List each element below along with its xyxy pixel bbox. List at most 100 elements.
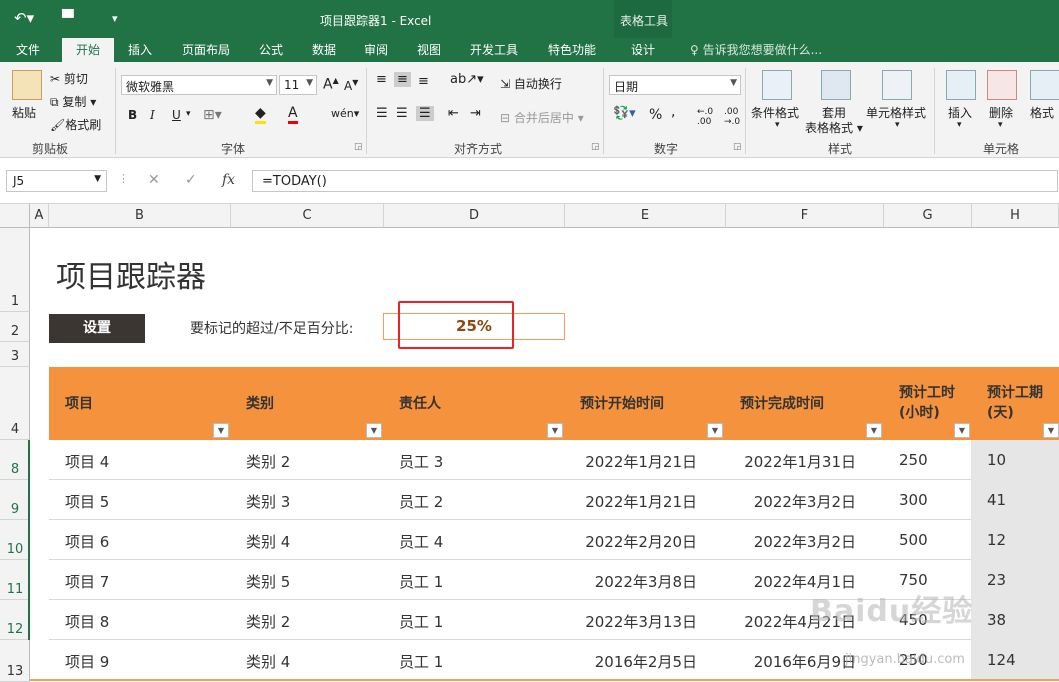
cell-owner[interactable]: 员工 4 — [399, 531, 443, 552]
undo-icon[interactable]: ↶▾ — [14, 9, 34, 27]
insert-cells-icon[interactable] — [946, 70, 976, 100]
tab-design[interactable]: 设计 — [631, 41, 655, 58]
cell-planned-end[interactable]: 2022年3月2日 — [754, 491, 856, 512]
tab-page-layout[interactable]: 页面布局 — [182, 41, 230, 58]
align-top-icon[interactable]: ≡ — [376, 72, 387, 87]
cell-owner[interactable]: 员工 3 — [399, 451, 443, 472]
cell-project[interactable]: 项目 9 — [65, 651, 109, 672]
cell-owner[interactable]: 员工 1 — [399, 611, 443, 632]
percent-icon[interactable]: % — [649, 107, 662, 123]
orientation-icon[interactable]: ab↗▾ — [450, 72, 484, 87]
decrease-decimal-icon[interactable]: .00 →.0 — [724, 107, 740, 127]
align-bottom-icon[interactable]: ≡ — [418, 74, 429, 89]
insert-function-icon[interactable]: fx — [222, 172, 235, 188]
formula-input[interactable]: =TODAY() — [252, 170, 1058, 192]
fill-color-icon[interactable]: ◆ — [255, 105, 266, 124]
cell-project[interactable]: 项目 8 — [65, 611, 109, 632]
cell-owner[interactable]: 员工 2 — [399, 491, 443, 512]
column-header[interactable]: E — [565, 204, 726, 228]
cell-planned-start[interactable]: 2022年3月8日 — [595, 571, 697, 592]
font-size-select[interactable]: 11 ▼ — [279, 75, 317, 95]
column-header[interactable]: H — [972, 204, 1059, 228]
align-left-icon[interactable]: ☰ — [376, 106, 388, 121]
tell-me-box[interactable]: ♀ 告诉我您想要做什么... — [690, 41, 822, 58]
format-as-table-button[interactable]: 表格格式 ▾ — [805, 119, 863, 136]
name-box[interactable]: J5 ▼ — [6, 170, 107, 192]
column-header[interactable]: C — [231, 204, 384, 228]
row-header[interactable]: 11 — [0, 560, 30, 600]
cut-button[interactable]: ✂ 剪切 — [50, 70, 88, 87]
column-header[interactable]: F — [726, 204, 884, 228]
customize-qat-icon[interactable]: ▾ — [112, 12, 118, 25]
comma-icon[interactable]: , — [671, 104, 675, 120]
paste-icon[interactable] — [12, 70, 42, 100]
delete-cells-icon[interactable] — [987, 70, 1017, 100]
cell-days[interactable]: 23 — [987, 571, 1006, 589]
dialog-launcher-icon[interactable]: ◲ — [591, 142, 600, 152]
cell-hours[interactable]: 250 — [899, 451, 928, 469]
increase-decimal-icon[interactable]: ←.0.00 — [697, 107, 713, 127]
tab-special[interactable]: 特色功能 — [548, 41, 596, 58]
cancel-icon[interactable]: ✕ — [148, 172, 160, 188]
filter-dropdown-icon[interactable]: ▼ — [213, 423, 229, 438]
filter-dropdown-icon[interactable]: ▼ — [707, 423, 723, 438]
chevron-down-icon[interactable]: ▾ — [998, 120, 1003, 130]
row-header[interactable]: 4 — [0, 367, 30, 440]
column-header[interactable]: G — [884, 204, 972, 228]
chevron-down-icon[interactable]: ▾ — [895, 120, 900, 130]
copy-button[interactable]: ⧉ 复制 ▾ — [50, 93, 96, 110]
align-middle-icon[interactable]: ≡ — [394, 72, 411, 87]
cell-planned-end[interactable]: 2016年6月9日 — [754, 651, 856, 672]
row-header[interactable]: 10 — [0, 520, 30, 560]
cell-owner[interactable]: 员工 1 — [399, 651, 443, 672]
filter-dropdown-icon[interactable]: ▼ — [366, 423, 382, 438]
conditional-format-icon[interactable] — [762, 70, 792, 100]
cell-project[interactable]: 项目 4 — [65, 451, 109, 472]
folder-icon[interactable]: ▀ — [62, 9, 74, 27]
cell-owner[interactable]: 员工 1 — [399, 571, 443, 592]
border-icon[interactable]: ⊞▾ — [203, 107, 222, 123]
insert-cells-button[interactable]: 插入 — [948, 104, 972, 121]
row-header[interactable]: 12 — [0, 600, 30, 640]
align-right-icon[interactable]: ☰ — [416, 106, 434, 121]
cell-days[interactable]: 12 — [987, 531, 1006, 549]
cell-planned-end[interactable]: 2022年3月2日 — [754, 531, 856, 552]
cell-planned-start[interactable]: 2016年2月5日 — [595, 651, 697, 672]
filter-dropdown-icon[interactable]: ▼ — [954, 423, 970, 438]
chevron-down-icon[interactable]: ▾ — [775, 120, 780, 130]
chevron-down-icon[interactable]: ▾ — [957, 120, 962, 130]
phonetic-icon[interactable]: wén▾ — [331, 107, 359, 120]
merge-center-button[interactable]: ⊟ 合并后居中 ▾ — [500, 109, 584, 126]
currency-icon[interactable]: 💱▾ — [613, 106, 636, 121]
cell-hours[interactable]: 500 — [899, 531, 928, 549]
wrap-text-button[interactable]: ⇲ 自动换行 — [500, 75, 562, 92]
cell-styles-icon[interactable] — [882, 70, 912, 100]
row-header[interactable]: 1 — [0, 228, 30, 312]
column-header[interactable]: B — [49, 204, 231, 228]
cell-days[interactable]: 10 — [987, 451, 1006, 469]
cell-days[interactable]: 124 — [987, 651, 1016, 669]
cell-planned-end[interactable]: 2022年1月31日 — [744, 451, 856, 472]
row-header[interactable]: 8 — [0, 440, 30, 480]
italic-button[interactable]: I — [150, 108, 155, 122]
bold-button[interactable]: B — [128, 108, 137, 122]
filter-dropdown-icon[interactable]: ▼ — [866, 423, 882, 438]
cell-planned-start[interactable]: 2022年3月13日 — [585, 611, 697, 632]
cell-category[interactable]: 类别 4 — [246, 651, 290, 672]
number-format-select[interactable]: 日期 ▼ — [609, 75, 741, 95]
underline-button[interactable]: U — [172, 108, 181, 122]
conditional-format-button[interactable]: 条件格式 — [751, 104, 799, 121]
cell-planned-start[interactable]: 2022年1月21日 — [585, 451, 697, 472]
cell-project[interactable]: 项目 5 — [65, 491, 109, 512]
cell-planned-start[interactable]: 2022年1月21日 — [585, 491, 697, 512]
delete-cells-button[interactable]: 删除 — [989, 104, 1013, 121]
cell-category[interactable]: 类别 2 — [246, 451, 290, 472]
cell-category[interactable]: 类别 2 — [246, 611, 290, 632]
cell-days[interactable]: 41 — [987, 491, 1006, 509]
enter-icon[interactable]: ✓ — [185, 172, 197, 188]
cell-hours[interactable]: 300 — [899, 491, 928, 509]
chevron-down-icon[interactable]: ▾ — [186, 109, 191, 119]
tab-review[interactable]: 审阅 — [364, 41, 388, 58]
format-painter-button[interactable]: 🖌格式刷 — [50, 116, 101, 133]
paste-button[interactable]: 粘贴 — [12, 104, 36, 121]
